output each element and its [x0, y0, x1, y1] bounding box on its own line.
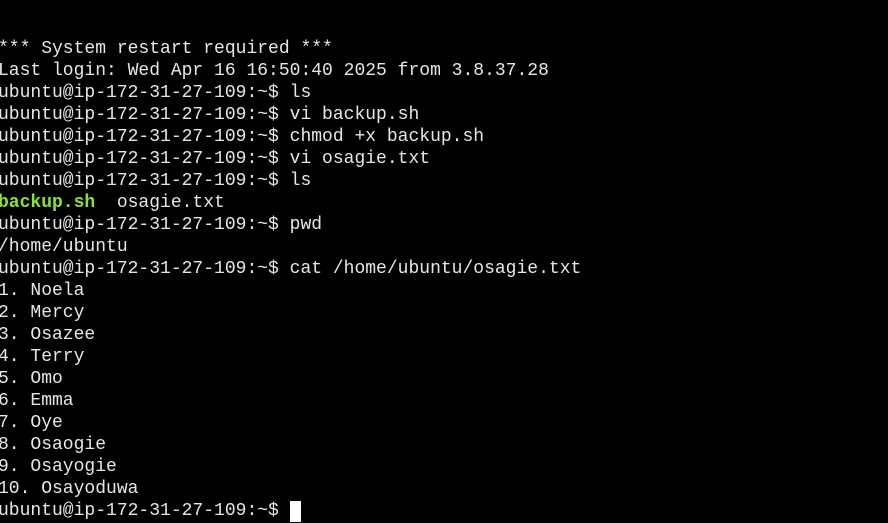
ls-output-line: backup.sh osagie.txt: [0, 192, 888, 214]
terminal-line: ubuntu@ip-172-31-27-109:~$ chmod +x back…: [0, 127, 485, 147]
shell-prompt: ubuntu@ip-172-31-27-109:~$: [0, 501, 290, 521]
file-content-line: 4. Terry: [0, 347, 85, 367]
file-content-line: 10. Osayoduwa: [0, 479, 139, 499]
file-content-line: 6. Emma: [0, 391, 74, 411]
command-input-line[interactable]: ubuntu@ip-172-31-27-109:~$: [0, 500, 888, 522]
terminal-line: ubuntu@ip-172-31-27-109:~$ ls: [0, 83, 312, 103]
file-content-line: 3. Osazee: [0, 325, 96, 345]
file-content-line: 7. Oye: [0, 413, 63, 433]
terminal-line: ubuntu@ip-172-31-27-109:~$ vi backup.sh: [0, 105, 420, 125]
text-cursor[interactable]: [289, 501, 301, 522]
terminal-output: *** System restart required *** Last log…: [0, 38, 888, 522]
terminal-line: Last login: Wed Apr 16 16:50:40 2025 fro…: [0, 61, 549, 81]
ls-separator: [95, 193, 117, 213]
file-content-line: 5. Omo: [0, 369, 63, 389]
terminal-line: ubuntu@ip-172-31-27-109:~$ vi osagie.txt: [0, 149, 431, 169]
file-content-line: 1. Noela: [0, 281, 85, 301]
file-name: osagie.txt: [116, 193, 225, 213]
terminal-line: ubuntu@ip-172-31-27-109:~$ ls: [0, 171, 312, 191]
terminal-line: *** System restart required ***: [0, 39, 333, 59]
terminal-line: ubuntu@ip-172-31-27-109:~$ pwd: [0, 215, 323, 235]
terminal-line: /home/ubuntu: [0, 237, 128, 257]
file-content-line: 8. Osaogie: [0, 435, 107, 455]
terminal-window[interactable]: *** System restart required *** Last log…: [0, 0, 888, 523]
file-content-line: 2. Mercy: [0, 303, 85, 323]
terminal-line: ubuntu@ip-172-31-27-109:~$ cat /home/ubu…: [0, 259, 582, 279]
executable-file-name: backup.sh: [0, 193, 96, 213]
file-content-line: 9. Osayogie: [0, 457, 117, 477]
